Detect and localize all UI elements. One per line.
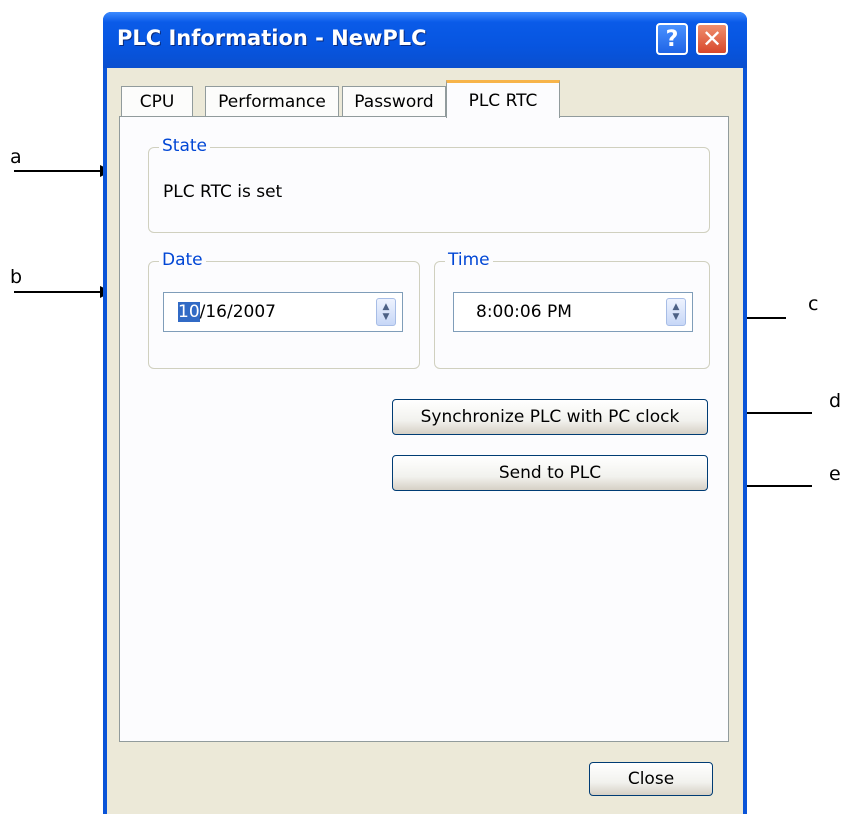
time-picker[interactable]: 8:00:06 PM ▲ ▼ <box>453 292 693 332</box>
synchronize-button[interactable]: Synchronize PLC with PC clock <box>392 399 708 435</box>
title-bar[interactable]: PLC Information - NewPLC ? ✕ <box>103 12 747 68</box>
date-group: Date 10/16/2007 ▲ ▼ <box>148 250 420 369</box>
plc-rtc-panel: State PLC RTC is set Date 10/16/2007 ▲ ▼… <box>119 116 729 742</box>
tab-plc-rtc[interactable]: PLC RTC <box>446 80 560 118</box>
annotation-b-arrow <box>14 291 102 293</box>
date-picker[interactable]: 10/16/2007 ▲ ▼ <box>163 292 403 332</box>
tab-cpu-label: CPU <box>139 91 175 112</box>
annotation-a-arrow <box>14 170 102 172</box>
annotation-b-label: b <box>10 266 23 288</box>
tab-performance-label: Performance <box>218 91 326 112</box>
send-to-plc-button[interactable]: Send to PLC <box>392 455 708 491</box>
window-title: PLC Information - NewPLC <box>117 26 427 50</box>
date-rest: /16/2007 <box>199 302 276 322</box>
spin-up-icon: ▲ <box>672 302 680 312</box>
plc-information-dialog: PLC Information - NewPLC ? ✕ CPU Perform… <box>103 12 747 814</box>
annotation-c-label: c <box>808 293 819 315</box>
tab-password-label: Password <box>354 91 434 112</box>
close-button-label: Close <box>627 769 675 789</box>
time-spinner[interactable]: ▲ ▼ <box>666 298 686 326</box>
state-text: PLC RTC is set <box>163 182 283 202</box>
help-button[interactable]: ? <box>656 23 688 55</box>
date-value: 10/16/2007 <box>178 302 276 322</box>
time-group-label: Time <box>445 250 493 270</box>
tab-plc-rtc-label: PLC RTC <box>468 90 538 111</box>
spin-down-icon: ▼ <box>672 312 680 322</box>
spin-down-icon: ▼ <box>382 312 390 322</box>
send-to-plc-button-label: Send to PLC <box>498 463 602 483</box>
close-button[interactable]: Close <box>589 762 713 796</box>
spin-up-icon: ▲ <box>382 302 390 312</box>
tab-performance[interactable]: Performance <box>205 86 339 116</box>
annotation-a-label: a <box>10 146 22 168</box>
state-group: State PLC RTC is set <box>148 136 710 233</box>
annotation-d-label: d <box>829 390 842 412</box>
date-group-label: Date <box>159 250 206 270</box>
window-close-button[interactable]: ✕ <box>696 23 728 55</box>
time-group: Time 8:00:06 PM ▲ ▼ <box>434 250 710 369</box>
state-group-label: State <box>159 136 210 156</box>
help-icon: ? <box>665 26 679 52</box>
tab-cpu[interactable]: CPU <box>121 86 193 116</box>
tab-password[interactable]: Password <box>342 86 446 116</box>
annotation-e-label: e <box>829 463 841 485</box>
synchronize-button-label: Synchronize PLC with PC clock <box>420 407 680 427</box>
dialog-client-area: CPU Performance Password PLC RTC State P… <box>107 68 743 814</box>
close-icon: ✕ <box>701 25 723 53</box>
date-spinner[interactable]: ▲ ▼ <box>376 298 396 326</box>
time-value: 8:00:06 PM <box>476 302 572 322</box>
date-month-selection: 10 <box>178 302 200 322</box>
